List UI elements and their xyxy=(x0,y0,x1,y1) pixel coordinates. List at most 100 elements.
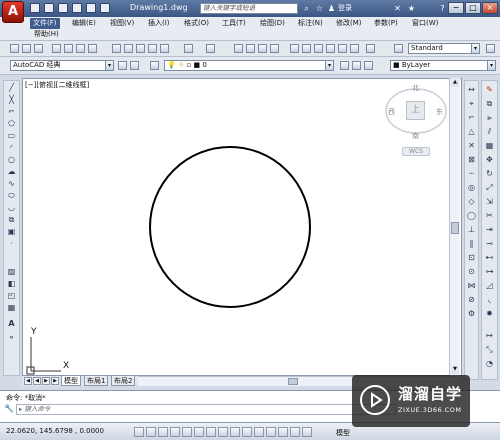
multiline-text-icon[interactable]: A xyxy=(6,319,17,329)
osnap-settings-icon[interactable]: ⚙ xyxy=(466,309,477,319)
point-icon[interactable]: · xyxy=(6,239,17,249)
snap-extension-icon[interactable]: ┄ xyxy=(466,169,477,179)
workspace-select[interactable]: AutoCAD 经典 ▾ xyxy=(10,60,114,71)
move-icon[interactable]: ✥ xyxy=(484,155,495,165)
break-icon[interactable]: ⊷ xyxy=(484,253,495,263)
zoom-realtime-icon[interactable] xyxy=(246,44,255,53)
open-file-icon[interactable] xyxy=(44,3,54,13)
snap-insert-icon[interactable]: ⊡ xyxy=(466,253,477,263)
menu-parameter[interactable]: 参数(P) xyxy=(374,18,398,29)
print-icon[interactable] xyxy=(72,3,82,13)
quickcalc-icon[interactable] xyxy=(350,44,359,53)
menu-file[interactable]: 文件(F) xyxy=(30,18,60,29)
close-button[interactable]: × xyxy=(482,2,498,14)
exchange-icon[interactable]: ✕ xyxy=(392,3,403,14)
layer-previous-icon[interactable] xyxy=(352,61,361,70)
spline-icon[interactable]: ∿ xyxy=(6,179,17,189)
undo-icon[interactable] xyxy=(184,44,193,53)
erase-icon[interactable]: ✎ xyxy=(484,85,495,95)
redo-icon[interactable] xyxy=(206,44,215,53)
user-icon[interactable]: ♟ xyxy=(326,3,337,14)
snap-quadrant-icon[interactable]: ◇ xyxy=(466,197,477,207)
menu-help[interactable]: 帮助(H) xyxy=(34,29,59,40)
workspace-icon[interactable] xyxy=(130,61,139,70)
help-icon[interactable]: ? xyxy=(437,3,448,14)
cut-icon[interactable] xyxy=(112,44,121,53)
gradient-icon[interactable]: ◧ xyxy=(6,279,17,289)
ellipse-icon[interactable]: ⬭ xyxy=(6,191,17,201)
tab-model[interactable]: 模型 xyxy=(61,376,81,386)
tool-palettes-icon[interactable] xyxy=(314,44,323,53)
stretch-icon[interactable]: ⇲ xyxy=(484,197,495,207)
sheet-set-icon[interactable] xyxy=(326,44,335,53)
save-icon[interactable] xyxy=(58,3,68,13)
zoom-previous-icon[interactable] xyxy=(270,44,279,53)
snap-apparent-icon[interactable]: ⊠ xyxy=(466,155,477,165)
hatch-icon[interactable]: ▨ xyxy=(6,267,17,277)
insert-block-icon[interactable]: ⧉ xyxy=(6,215,17,225)
3d-object-snap-icon[interactable] xyxy=(206,427,216,437)
viewcube[interactable]: 北 南 东 西 上 WCS xyxy=(378,79,458,159)
copy-object-icon[interactable]: ⧉ xyxy=(484,99,495,109)
snap-center-icon[interactable]: ◎ xyxy=(466,183,477,193)
star-icon[interactable]: ★ xyxy=(406,3,417,14)
transparency-icon[interactable] xyxy=(266,427,276,437)
chamfer-icon[interactable]: ◿ xyxy=(484,281,495,291)
menu-insert[interactable]: 插入(I) xyxy=(148,18,170,29)
maximize-button[interactable]: □ xyxy=(465,2,481,14)
copy-icon[interactable] xyxy=(124,44,133,53)
dynamic-ucs-icon[interactable] xyxy=(230,427,240,437)
plot-icon[interactable] xyxy=(52,44,61,53)
vertical-scroll-thumb[interactable] xyxy=(451,222,459,234)
first-tab-icon[interactable]: ◀ xyxy=(24,377,32,385)
rotate-icon[interactable]: ↻ xyxy=(484,169,495,179)
signin-link[interactable]: 登录 xyxy=(338,3,352,13)
color-select[interactable]: ■ ByLayer ▾ xyxy=(390,60,496,71)
minimize-button[interactable]: − xyxy=(448,2,464,14)
menu-tools[interactable]: 工具(T) xyxy=(222,18,246,29)
dim-aligned-icon[interactable]: ⤡ xyxy=(484,345,495,355)
menu-modify[interactable]: 修改(M) xyxy=(336,18,362,29)
drawn-circle[interactable] xyxy=(149,146,311,308)
polar-tracking-icon[interactable] xyxy=(182,427,192,437)
snap-endpoint-icon[interactable]: ⌐ xyxy=(466,113,477,123)
scroll-down-icon[interactable]: ▼ xyxy=(451,366,459,374)
viewcube-top-face[interactable]: 上 xyxy=(406,101,425,120)
layer-states-icon[interactable] xyxy=(364,61,373,70)
object-snap-tracking-icon[interactable] xyxy=(218,427,228,437)
layer-select[interactable]: 💡 ☼ ▫ ■ 0 ▾ xyxy=(164,60,334,71)
dim-linear-icon[interactable]: ↦ xyxy=(484,331,495,341)
snap-intersection-icon[interactable]: ✕ xyxy=(466,141,477,151)
dim-radius-icon[interactable]: ◔ xyxy=(484,359,495,369)
paste-icon[interactable] xyxy=(136,44,145,53)
viewcube-north[interactable]: 北 xyxy=(412,83,419,93)
snap-none-icon[interactable]: ⊘ xyxy=(466,295,477,305)
subscription-icon[interactable]: ☆ xyxy=(314,3,325,14)
grid-display-icon[interactable] xyxy=(158,427,168,437)
arc-icon[interactable]: ◜ xyxy=(6,143,17,153)
qnew-icon[interactable] xyxy=(10,44,19,53)
horizontal-scroll-thumb[interactable] xyxy=(288,378,298,385)
tab-layout1[interactable]: 布局1 xyxy=(84,376,109,386)
menu-edit[interactable]: 编辑(E) xyxy=(72,18,96,29)
snap-nearest-icon[interactable]: ⋈ xyxy=(466,281,477,291)
undo-icon[interactable] xyxy=(86,3,96,13)
menu-view[interactable]: 视图(V) xyxy=(110,18,134,29)
polygon-icon[interactable]: ⬠ xyxy=(6,119,17,129)
ellipse-arc-icon[interactable]: ◡ xyxy=(6,203,17,213)
revcloud-icon[interactable]: ☁ xyxy=(6,167,17,177)
design-center-icon[interactable] xyxy=(302,44,311,53)
snap-tangent-icon[interactable]: ◯ xyxy=(466,211,477,221)
object-snap-icon[interactable] xyxy=(194,427,204,437)
snap-node-icon[interactable]: ⊙ xyxy=(466,267,477,277)
3d-print-icon[interactable] xyxy=(88,44,97,53)
new-file-icon[interactable] xyxy=(30,3,40,13)
layer-properties-icon[interactable] xyxy=(150,61,159,70)
viewcube-west[interactable]: 西 xyxy=(388,107,395,117)
wcs-menu[interactable]: WCS xyxy=(402,147,430,156)
join-icon[interactable]: ⊶ xyxy=(484,267,495,277)
menu-dimension[interactable]: 标注(N) xyxy=(298,18,323,29)
block-editor-icon[interactable] xyxy=(160,44,169,53)
redo-icon[interactable] xyxy=(100,3,110,13)
snap-midpoint-icon[interactable]: △ xyxy=(466,127,477,137)
